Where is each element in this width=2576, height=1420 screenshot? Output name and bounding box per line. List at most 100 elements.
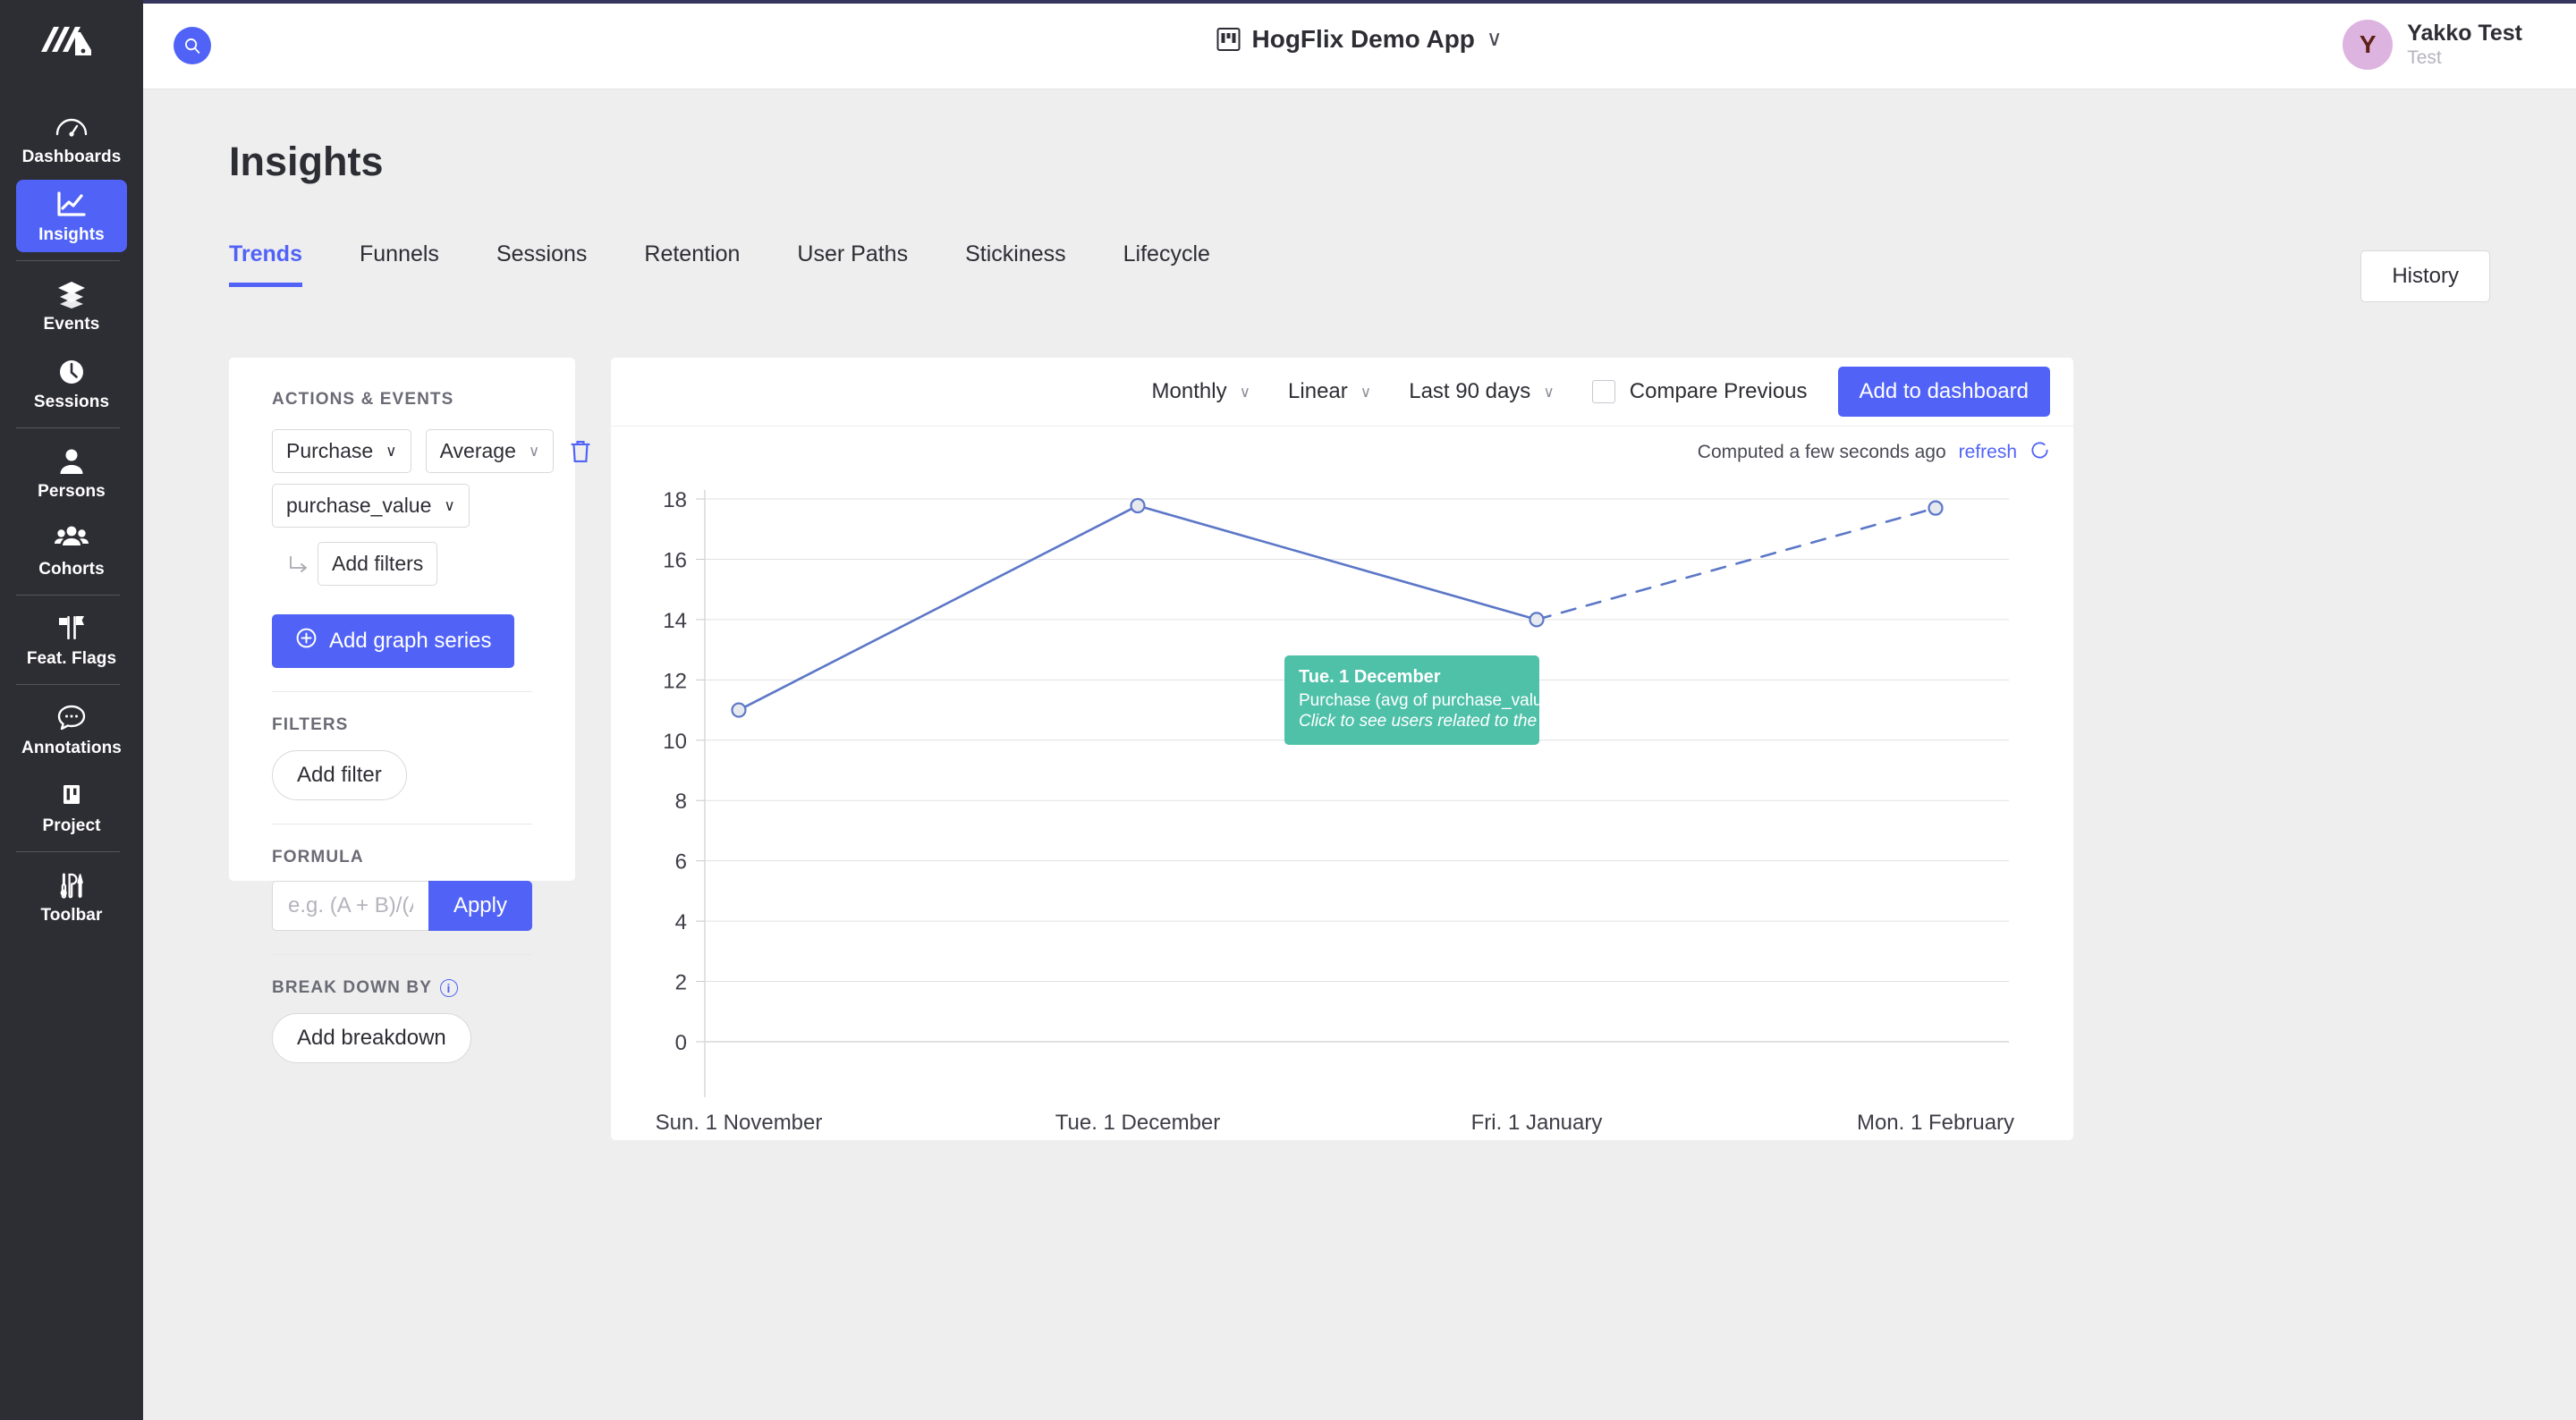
trends-line-chart[interactable]: 0 2 4 6 8 10 12 14 16 18 Sun. 1 November Tue. 1 Dec… xyxy=(611,474,2073,1140)
compare-previous-label: Compare Previous xyxy=(1629,379,1808,403)
sidebar-item-label: Dashboards xyxy=(21,148,122,166)
sidebar-item-sessions[interactable]: Sessions xyxy=(16,347,127,419)
date-range-select[interactable]: Last 90 days ∨ xyxy=(1409,379,1555,404)
tab-user-paths[interactable]: User Paths xyxy=(797,241,908,287)
date-range-value: Last 90 days xyxy=(1409,379,1531,403)
x-axis-tick-label: Sun. 1 November xyxy=(656,1111,823,1135)
series-datapoint[interactable] xyxy=(731,702,747,718)
series-datapoint[interactable] xyxy=(1130,497,1146,514)
x-axis-tick-label: Fri. 1 January xyxy=(1471,1111,1603,1135)
chevron-down-icon: ∨ xyxy=(444,497,455,514)
project-board-icon xyxy=(53,780,90,812)
chevron-down-icon: ∨ xyxy=(386,443,397,460)
sidebar-item-label: Insights xyxy=(38,225,105,244)
search-icon[interactable] xyxy=(174,27,211,64)
y-axis-tick-label: 8 xyxy=(675,790,687,814)
formula-input[interactable] xyxy=(272,881,428,931)
topbar-accent-strip xyxy=(143,0,2576,4)
scale-select[interactable]: Linear ∨ xyxy=(1288,379,1371,404)
insights-chart-icon xyxy=(53,189,90,221)
sidebar-item-label: Annotations xyxy=(21,739,122,757)
refresh-icon[interactable] xyxy=(2029,440,2050,465)
add-filter-button[interactable]: Add filter xyxy=(272,750,407,800)
chart-svg: 0 2 4 6 8 10 12 14 16 18 Sun. 1 November Tue. 1 Dec… xyxy=(656,488,2014,1135)
info-icon[interactable]: i xyxy=(439,979,458,997)
user-name: Yakko Test xyxy=(2407,21,2522,46)
event-select[interactable]: Purchase ∨ xyxy=(272,429,411,473)
chevron-down-icon: ∨ xyxy=(528,443,540,460)
sidebar-nav-list: Dashboards Insights Events Sessions Persons C… xyxy=(16,97,127,938)
math-property-select[interactable]: purchase_value ∨ xyxy=(272,484,470,528)
tab-funnels[interactable]: Funnels xyxy=(360,241,439,287)
trash-icon[interactable] xyxy=(568,438,593,465)
user-organization: Test xyxy=(2407,46,2442,68)
tab-sessions[interactable]: Sessions xyxy=(496,241,587,287)
sidebar-item-label: Cohorts xyxy=(38,560,105,579)
flags-icon xyxy=(53,613,90,645)
math-select[interactable]: Average ∨ xyxy=(425,429,555,473)
sidebar-divider xyxy=(16,427,120,428)
add-graph-series-button[interactable]: Add graph series xyxy=(272,614,515,668)
compare-previous-toggle[interactable]: Compare Previous xyxy=(1591,379,1808,404)
y-axis-tick-label: 16 xyxy=(663,548,687,572)
hedgehog-logo-icon[interactable] xyxy=(39,23,104,66)
main-sidebar: Dashboards Insights Events Sessions Persons C… xyxy=(0,0,143,1420)
sidebar-item-events[interactable]: Events xyxy=(16,269,127,342)
sidebar-item-feat-flags[interactable]: Feat. Flags xyxy=(16,604,127,676)
tab-retention[interactable]: Retention xyxy=(644,241,740,287)
refresh-button[interactable]: refresh xyxy=(1959,442,2017,463)
sidebar-item-label: Toolbar xyxy=(40,906,103,925)
sidebar-item-toolbar[interactable]: Toolbar xyxy=(16,860,127,933)
add-breakdown-button[interactable]: Add breakdown xyxy=(272,1013,471,1063)
tooltip-hint: Click to see users related to the datapo… xyxy=(1299,712,1612,731)
divider xyxy=(272,954,532,955)
series-line-segment xyxy=(1535,506,1937,621)
computed-status: Computed a few seconds ago refresh xyxy=(1698,440,2050,465)
history-button[interactable]: History xyxy=(2360,250,2490,302)
sidebar-divider xyxy=(16,595,120,596)
formula-row: Apply xyxy=(272,881,532,931)
tools-icon xyxy=(53,869,90,901)
apply-formula-button[interactable]: Apply xyxy=(428,881,532,931)
project-switcher[interactable]: HogFlix Demo App ∨ xyxy=(1216,25,1502,54)
person-icon xyxy=(53,445,90,478)
insight-filters-card: ACTIONS & EVENTS Purchase ∨ Average ∨ pu… xyxy=(229,358,590,1063)
series-datapoint[interactable] xyxy=(1928,500,1944,516)
tooltip-series-value: Purchase (avg of purchase_value) — 17.77… xyxy=(1299,691,1637,710)
add-to-dashboard-button[interactable]: Add to dashboard xyxy=(1837,367,2050,417)
breakdown-label: BREAK DOWN BY i xyxy=(272,978,532,998)
y-axis-tick-label: 18 xyxy=(663,488,687,512)
comment-dots-icon xyxy=(53,702,90,734)
app-root: Dashboards Insights Events Sessions Persons C… xyxy=(0,0,2576,1420)
tab-lifecycle[interactable]: Lifecycle xyxy=(1123,241,1210,287)
sidebar-item-cohorts[interactable]: Cohorts xyxy=(16,514,127,587)
user-menu[interactable]: Y Yakko Test Test xyxy=(2343,20,2522,70)
people-group-icon xyxy=(53,523,90,555)
math-select-value: Average xyxy=(439,439,516,462)
series-line-segment xyxy=(1136,504,1538,621)
page-title: Insights xyxy=(229,139,384,184)
app-title: HogFlix Demo App xyxy=(1251,25,1475,53)
chevron-down-icon: ∨ xyxy=(1360,383,1372,401)
sidebar-divider xyxy=(16,851,120,852)
y-axis-tick-label: 4 xyxy=(675,910,687,934)
sidebar-item-insights[interactable]: Insights xyxy=(16,180,127,252)
sidebar-item-annotations[interactable]: Annotations xyxy=(16,693,127,765)
datapoint-tooltip: Tue. 1 December Purchase (avg of purchas… xyxy=(1284,655,1637,745)
computed-text: Computed a few seconds ago xyxy=(1697,442,1946,462)
compare-previous-checkbox[interactable] xyxy=(1591,380,1615,403)
tab-trends[interactable]: Trends xyxy=(229,241,302,287)
interval-select[interactable]: Monthly ∨ xyxy=(1152,379,1251,404)
series-datapoint[interactable] xyxy=(1529,612,1545,628)
sidebar-item-dashboards[interactable]: Dashboards xyxy=(16,102,127,174)
series-line-segment xyxy=(737,504,1140,712)
sidebar-item-project[interactable]: Project xyxy=(16,771,127,843)
sidebar-item-persons[interactable]: Persons xyxy=(16,436,127,509)
filters-label: FILTERS xyxy=(272,715,349,734)
sidebar-item-label: Events xyxy=(43,315,100,334)
tab-stickiness[interactable]: Stickiness xyxy=(965,241,1066,287)
sidebar-item-label: Project xyxy=(42,816,101,835)
y-axis-tick-label: 6 xyxy=(675,850,687,875)
add-filters-button[interactable]: Add filters xyxy=(318,542,438,586)
user-text-block: Yakko Test Test xyxy=(2407,21,2522,69)
